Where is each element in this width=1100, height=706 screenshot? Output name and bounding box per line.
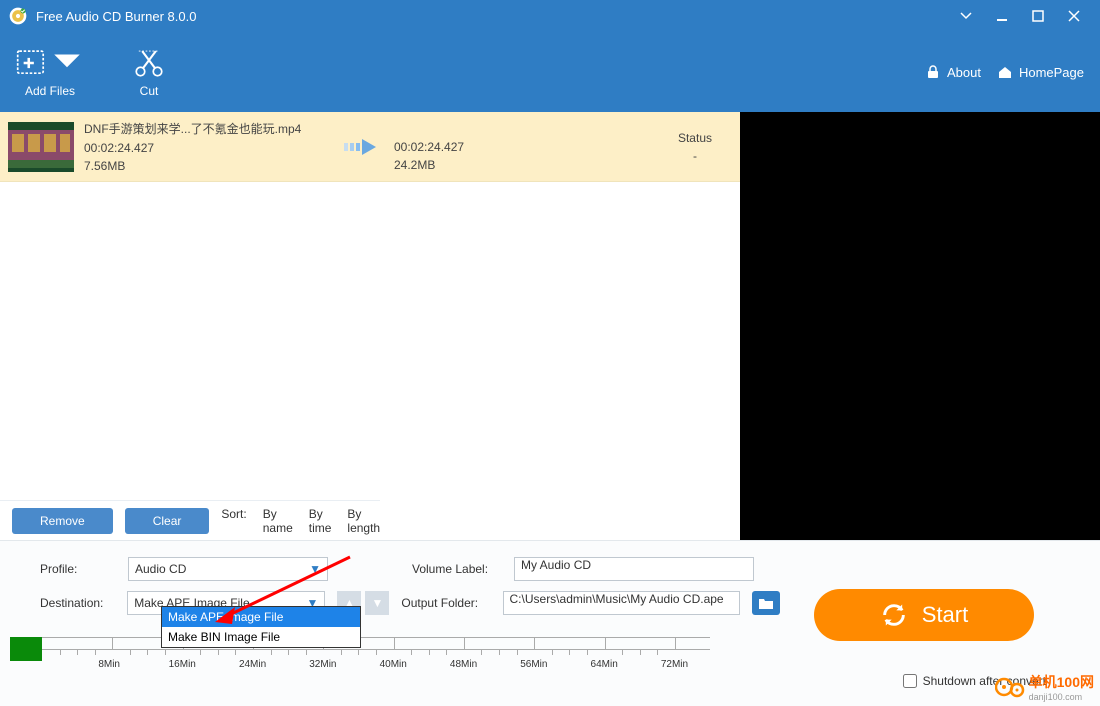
shutdown-checkbox[interactable] (903, 674, 917, 688)
watermark-icon (995, 675, 1025, 699)
file-duration: 00:02:24.427 (84, 141, 334, 155)
volume-label-input[interactable]: My Audio CD (514, 557, 754, 581)
dropdown-option-bin[interactable]: Make BIN Image File (162, 627, 360, 647)
cut-label: Cut (140, 84, 159, 98)
tick-label: 48Min (450, 659, 477, 670)
profile-label: Profile: (40, 562, 116, 576)
sort-by-name[interactable]: By name (263, 507, 293, 535)
action-row: Remove Clear Sort: By name By time By le… (0, 500, 380, 540)
refresh-icon (880, 601, 908, 629)
tick-label: 24Min (239, 659, 266, 670)
homepage-link[interactable]: HomePage (997, 64, 1084, 80)
add-files-label: Add Files (25, 84, 75, 98)
file-name: DNF手游策划来学...了不氪金也能玩.mp4 (84, 120, 334, 137)
file-list: DNF手游策划来学...了不氪金也能玩.mp4 00:02:24.427 7.5… (0, 112, 740, 540)
titlebar: Free Audio CD Burner 8.0.0 (0, 0, 1100, 32)
sort-by-length[interactable]: By length (347, 507, 380, 535)
browse-folder-button[interactable] (752, 591, 780, 615)
destination-dropdown: Make APE Image File Make BIN Image File (161, 606, 361, 648)
tick-label: 16Min (169, 659, 196, 670)
folder-icon (758, 596, 774, 610)
add-files-button[interactable]: Add Files (16, 46, 84, 98)
file-status-value: - (693, 149, 697, 163)
chevron-down-icon: ▼ (309, 562, 321, 576)
timeline-used-segment (10, 637, 42, 661)
tick-label: 8Min (98, 659, 120, 670)
file-size: 7.56MB (84, 159, 334, 173)
minimize-button[interactable] (984, 4, 1020, 28)
home-icon (997, 64, 1013, 80)
sort-by-time[interactable]: By time (309, 507, 332, 535)
toolbar: Add Files Cut About HomePage (0, 32, 1100, 112)
tick-label: 40Min (380, 659, 407, 670)
tick-label: 72Min (661, 659, 688, 670)
destination-label: Destination: (40, 596, 115, 610)
tick-label: 64Min (591, 659, 618, 670)
clear-button[interactable]: Clear (125, 508, 210, 534)
output-folder-label: Output Folder: (401, 596, 490, 610)
sort-label: Sort: (221, 507, 246, 535)
file-row[interactable]: DNF手游策划来学...了不氪金也能玩.mp4 00:02:24.427 7.5… (0, 112, 740, 182)
volume-label-label: Volume Label: (412, 562, 502, 576)
chevron-down-button[interactable] (948, 4, 984, 28)
dropdown-option-ape[interactable]: Make APE Image File (162, 607, 360, 627)
tick-label: 56Min (520, 659, 547, 670)
cut-button[interactable]: Cut (132, 46, 166, 98)
remove-button[interactable]: Remove (12, 508, 113, 534)
maximize-button[interactable] (1020, 4, 1056, 28)
file-out-duration: 00:02:24.427 (394, 140, 514, 154)
watermark: 单机100网 danji100.com (995, 672, 1094, 702)
file-thumbnail (8, 122, 74, 172)
profile-select[interactable]: Audio CD ▼ (128, 557, 328, 581)
output-folder-input[interactable]: C:\Users\admin\Music\My Audio CD.ape (503, 591, 741, 615)
tick-label: 32Min (309, 659, 336, 670)
start-button[interactable]: Start (814, 589, 1034, 641)
file-out-size: 24.2MB (394, 158, 514, 172)
lock-icon (925, 64, 941, 80)
move-down-button[interactable]: ▼ (365, 591, 389, 615)
close-button[interactable] (1056, 4, 1092, 28)
arrow-icon (344, 135, 384, 159)
about-link[interactable]: About (925, 64, 981, 80)
app-logo-icon (8, 6, 28, 26)
file-status-label: Status (678, 131, 712, 145)
bottom-panel: Profile: Audio CD ▼ Volume Label: My Aud… (0, 540, 1100, 706)
app-title: Free Audio CD Burner 8.0.0 (36, 9, 196, 24)
preview-pane (740, 112, 1100, 540)
